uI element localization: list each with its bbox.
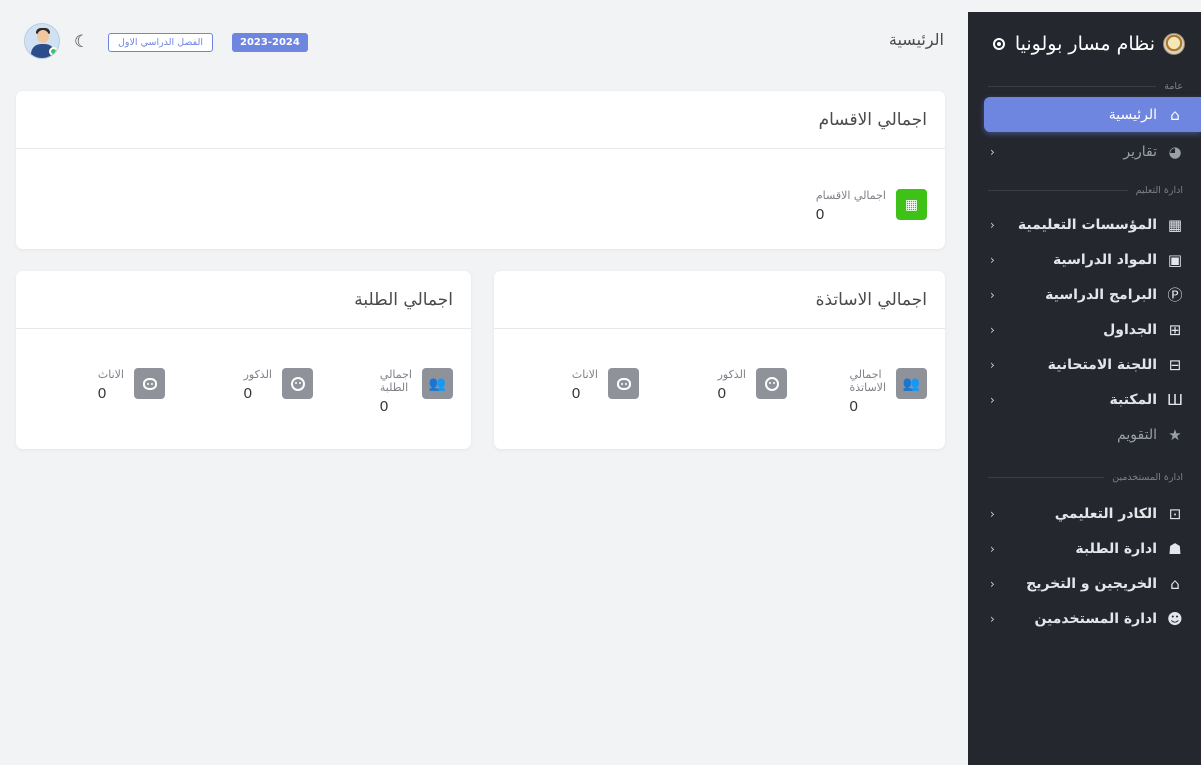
teachers-card: اجمالي الاساتذة 👥 اجمالي الاساتذة 0 الذك… xyxy=(494,271,945,449)
card-title: اجمالي الاساتذة xyxy=(494,271,945,329)
book-gear-icon: ▣ xyxy=(1167,250,1183,269)
card-title: اجمالي الطلبة xyxy=(16,271,471,329)
teachers-female-stat: الاناث 0 xyxy=(572,368,639,402)
stat-value: 0 xyxy=(815,206,825,223)
brand-title: نظام مسار بولونيا xyxy=(1014,32,1155,55)
avatar[interactable] xyxy=(24,23,60,59)
users-group-icon: 👥 xyxy=(896,368,927,399)
table-gear-icon: ⊞ xyxy=(1168,320,1182,339)
chevron-left-icon: ‹ xyxy=(990,576,995,591)
departments-card: اجمالي الاقسام ▦ اجمالي الاقسام 0 xyxy=(16,91,945,249)
sidebar-item-home[interactable]: ⌂ الرئيسية xyxy=(984,97,1201,132)
exam-committee-icon: ⊟ xyxy=(1168,355,1182,374)
chevron-left-icon: ‹ xyxy=(990,217,995,232)
sidebar-item-students[interactable]: ☗ ادارة الطلبة ‹ xyxy=(968,531,1201,566)
students-card: اجمالي الطلبة 👥 اجمالي الطلبة 0 الذكور 0… xyxy=(16,271,471,449)
sidebar-item-teaching-staff[interactable]: ⊡ الكادر التعليمي ‹ xyxy=(968,496,1201,531)
chevron-left-icon: ‹ xyxy=(990,392,995,407)
sidebar: نظام مسار بولونيا عامة ⌂ الرئيسية ◕ تقار… xyxy=(968,12,1201,765)
home-icon: ⌂ xyxy=(1170,105,1180,124)
brand-radio-icon[interactable] xyxy=(992,37,1005,50)
teachers-male-stat: الذكور 0 xyxy=(718,368,787,402)
students-female-stat: الاناث 0 xyxy=(98,368,165,402)
stat-label: اجمالي الاقسام xyxy=(815,189,886,202)
sidebar-item-programs[interactable]: Ⓟ البرامج الدراسية ‹ xyxy=(968,277,1201,312)
students-icon: ☗ xyxy=(1168,539,1182,558)
user-search-icon: ☻ xyxy=(1167,609,1183,628)
brand[interactable]: نظام مسار بولونيا xyxy=(968,12,1201,75)
sidebar-item-institutions[interactable]: ▦ المؤسسات التعليمية ‹ xyxy=(968,207,1201,242)
users-group-icon: 👥 xyxy=(422,368,453,399)
male-face-icon xyxy=(282,368,313,399)
chevron-left-icon: ‹ xyxy=(990,322,995,337)
library-icon: Ш xyxy=(1166,390,1184,409)
chevron-left-icon: ‹ xyxy=(990,611,995,626)
students-male-stat: الذكور 0 xyxy=(244,368,313,402)
male-face-icon xyxy=(756,368,787,399)
sidebar-item-calendar[interactable]: ★ التقويم xyxy=(968,417,1201,452)
chevron-left-icon: ‹ xyxy=(990,541,995,556)
page-title: الرئيسية xyxy=(888,30,944,49)
building-icon: ▦ xyxy=(1167,215,1183,234)
online-status-icon xyxy=(49,47,58,56)
moon-icon[interactable]: ☾ xyxy=(74,32,89,52)
section-label-users: ادارة المستخدمين xyxy=(968,466,1201,488)
sidebar-item-subjects[interactable]: ▣ المواد الدراسية ‹ xyxy=(968,242,1201,277)
building-icon: ▦ xyxy=(896,189,927,220)
graduation-cap-icon: ⌂ xyxy=(1170,574,1180,593)
sidebar-item-users[interactable]: ☻ ادارة المستخدمين ‹ xyxy=(968,601,1201,636)
sidebar-item-schedules[interactable]: ⊞ الجداول ‹ xyxy=(968,312,1201,347)
sidebar-item-exam-committee[interactable]: ⊟ اللجنة الامتحانية ‹ xyxy=(968,347,1201,382)
chevron-left-icon: ‹ xyxy=(990,357,995,372)
topbar: الرئيسية ☾ الفصل الدراسي الاول 2023-2024 xyxy=(8,12,960,74)
sidebar-item-reports[interactable]: ◕ تقارير ‹ xyxy=(968,134,1201,169)
students-total-stat: 👥 اجمالي الطلبة 0 xyxy=(380,368,453,415)
sidebar-item-library[interactable]: Ш المكتبة ‹ xyxy=(968,382,1201,417)
year-badge[interactable]: 2023-2024 xyxy=(232,33,308,52)
sidebar-item-graduates[interactable]: ⌂ الخريجين و التخريج ‹ xyxy=(968,566,1201,601)
chevron-left-icon: ‹ xyxy=(990,287,995,302)
teacher-board-icon: ⊡ xyxy=(1168,504,1182,523)
chevron-left-icon: ‹ xyxy=(990,144,995,159)
chevron-left-icon: ‹ xyxy=(990,252,995,267)
card-title: اجمالي الاقسام xyxy=(16,91,945,149)
chevron-left-icon: ‹ xyxy=(990,506,995,521)
departments-stat: ▦ اجمالي الاقسام 0 xyxy=(816,189,927,223)
logo-icon xyxy=(1163,32,1185,55)
star-icon: ★ xyxy=(1168,425,1182,444)
programs-icon: Ⓟ xyxy=(1167,286,1183,304)
teachers-total-stat: 👥 اجمالي الاساتذة 0 xyxy=(850,368,927,415)
female-face-icon xyxy=(134,368,165,399)
section-label-general: عامة xyxy=(968,75,1201,97)
semester-badge[interactable]: الفصل الدراسي الاول xyxy=(108,33,213,52)
female-face-icon xyxy=(608,368,639,399)
pie-chart-icon: ◕ xyxy=(1168,142,1182,161)
section-label-education: ادارة التعليم xyxy=(968,179,1201,201)
